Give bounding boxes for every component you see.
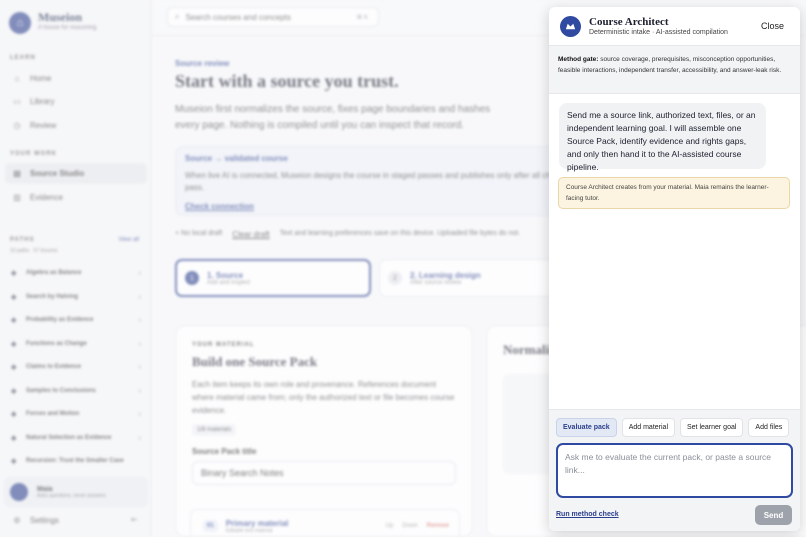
panel-subtitle: Deterministic intake · AI-assisted compi… (589, 29, 728, 36)
panel-header: Course Architect Deterministic intake · … (549, 7, 800, 45)
method-gate-banner: Method gate: source coverage, prerequisi… (549, 45, 800, 94)
evaluate-pack-button[interactable]: Evaluate pack (556, 418, 617, 437)
add-material-button[interactable]: Add material (621, 418, 675, 437)
course-architect-panel: Course Architect Deterministic intake · … (549, 7, 800, 531)
course-architect-logo-icon (560, 15, 581, 37)
quick-actions: Evaluate pack Add material Set learner g… (556, 418, 790, 437)
run-method-check-button[interactable]: Run method check (556, 511, 619, 518)
method-gate-label: Method gate: (558, 56, 599, 63)
app-root: ⌂ Museion A house for reasoning LEARN ⌂ H… (0, 0, 806, 537)
composer: Evaluate pack Add material Set learner g… (549, 409, 800, 531)
set-learner-goal-button[interactable]: Set learner goal (680, 418, 744, 437)
add-files-button[interactable]: Add files (748, 418, 790, 437)
message-input[interactable]: Ask me to evaluate the current pack, or … (556, 443, 793, 498)
assistant-message: Send me a source link, authorized text, … (559, 103, 766, 172)
tutor-note: Course Architect creates from your mater… (558, 177, 790, 209)
send-button[interactable]: Send (755, 505, 792, 525)
panel-title: Course Architect (589, 16, 669, 28)
close-button[interactable]: Close (761, 21, 784, 31)
